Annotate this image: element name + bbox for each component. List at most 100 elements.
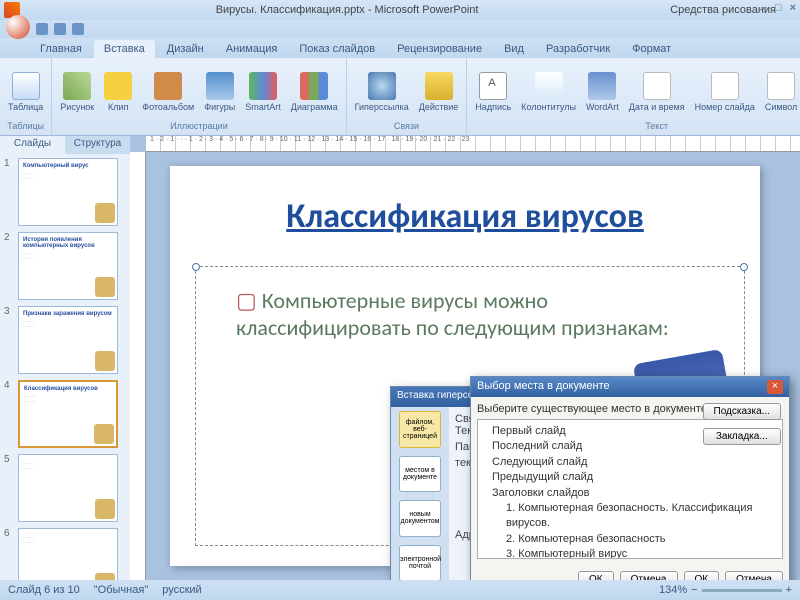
- place-in-document-dialog: Выбор места в документе × Выберите сущес…: [470, 376, 790, 580]
- ribbon: Таблица Таблицы Рисунок Клип Фотоальбом …: [0, 58, 800, 136]
- link-to-place[interactable]: местом в документе: [399, 456, 441, 493]
- window-title: Вирусы. Классификация.pptx - Microsoft P…: [24, 4, 670, 16]
- symbol-button[interactable]: Символ: [763, 70, 799, 114]
- slide-editor: 1 · 2 · 1 · · · 1 · 2 · 3 · 4 · 5 · 6 · …: [130, 136, 800, 580]
- qat-redo-icon[interactable]: [72, 23, 84, 35]
- tree-slide-item[interactable]: 1. Компьютерная безопасность. Классифика…: [482, 501, 778, 532]
- thumbnail-6[interactable]: 6· · · · ·· · · · ·: [4, 528, 126, 580]
- tab-animation[interactable]: Анимация: [216, 40, 288, 58]
- bookmark-button[interactable]: Закладка...: [703, 428, 781, 445]
- slide-title[interactable]: Классификация вирусов: [170, 166, 760, 247]
- date-icon: [643, 72, 671, 100]
- smartart-button[interactable]: SmartArt: [243, 70, 283, 114]
- ok-button-inner[interactable]: ОК: [578, 571, 614, 580]
- link-to-email[interactable]: электронной почтой: [399, 545, 441, 581]
- zoom-in-icon[interactable]: +: [786, 584, 792, 596]
- ok-button[interactable]: ОК: [684, 571, 720, 580]
- group-label: Иллюстрации: [170, 121, 228, 131]
- thumbnail-4[interactable]: 4Классификация вирусов· · · · ·· · · · ·: [4, 380, 126, 448]
- group-text: Надпись Колонтитулы WordArt Дата и время…: [467, 58, 800, 135]
- table-button[interactable]: Таблица: [6, 70, 45, 114]
- group-illustrations: Рисунок Клип Фотоальбом Фигуры SmartArt …: [52, 58, 346, 135]
- qat-save-icon[interactable]: [36, 23, 48, 35]
- thumbnail-2[interactable]: 2История появления компьютерных вирусов·…: [4, 232, 126, 300]
- action-icon: [425, 72, 453, 100]
- status-bar: Слайд 6 из 10 "Обычная" русский 134% − +: [0, 580, 800, 600]
- tree-headers[interactable]: Заголовки слайдов: [482, 486, 778, 501]
- dialog-close-icon[interactable]: ×: [767, 380, 783, 394]
- wordart-icon: [588, 72, 616, 100]
- slide-number-button[interactable]: Номер слайда: [693, 70, 757, 114]
- theme-name: "Обычная": [94, 584, 148, 596]
- ribbon-tabs: Главная Вставка Дизайн Анимация Показ сл…: [0, 38, 800, 58]
- zoom-value[interactable]: 134%: [659, 584, 687, 596]
- album-button[interactable]: Фотоальбом: [140, 70, 196, 114]
- tab-home[interactable]: Главная: [30, 40, 92, 58]
- date-button[interactable]: Дата и время: [627, 70, 687, 114]
- thumbnail-1[interactable]: 1Компьютерный вирус· · · · ·· · · · ·: [4, 158, 126, 226]
- tab-developer[interactable]: Разработчик: [536, 40, 620, 58]
- title-bar: Вирусы. Классификация.pptx - Microsoft P…: [0, 0, 800, 20]
- tab-format[interactable]: Формат: [622, 40, 681, 58]
- close-button[interactable]: ×: [790, 2, 796, 14]
- action-button[interactable]: Действие: [417, 70, 461, 114]
- dialog-header[interactable]: Выбор места в документе ×: [471, 377, 789, 397]
- textbox-icon: [479, 72, 507, 100]
- link-to-new[interactable]: новым документом: [399, 500, 441, 537]
- group-tables: Таблица Таблицы: [0, 58, 52, 135]
- group-label: Таблицы: [7, 121, 44, 131]
- vertical-ruler: [130, 152, 146, 580]
- clip-button[interactable]: Клип: [102, 70, 134, 114]
- tab-slideshow[interactable]: Показ слайдов: [289, 40, 385, 58]
- album-icon: [154, 72, 182, 100]
- slide-panel: Слайды Структура 1Компьютерный вирус· · …: [0, 136, 130, 580]
- thumbnail-5[interactable]: 5· · · · ·· · · · ·: [4, 454, 126, 522]
- tab-review[interactable]: Рецензирование: [387, 40, 492, 58]
- dialog-title: Выбор места в документе: [477, 380, 610, 394]
- office-button[interactable]: [6, 15, 30, 39]
- tree-slide-item[interactable]: 2. Компьютерная безопасность: [482, 532, 778, 547]
- horizontal-ruler: 1 · 2 · 1 · · · 1 · 2 · 3 · 4 · 5 · 6 · …: [146, 136, 800, 152]
- number-icon: [711, 72, 739, 100]
- panel-tab-slides[interactable]: Слайды: [0, 136, 65, 154]
- thumbnail-list: 1Компьютерный вирус· · · · ·· · · · ·2Ис…: [0, 154, 130, 580]
- maximize-button[interactable]: □: [775, 2, 782, 14]
- hyperlink-button[interactable]: Гиперссылка: [353, 70, 411, 114]
- zoom-slider[interactable]: [702, 589, 782, 592]
- header-footer-button[interactable]: Колонтитулы: [519, 70, 578, 114]
- shapes-icon: [206, 72, 234, 100]
- textbox-button[interactable]: Надпись: [473, 70, 513, 114]
- group-label: Связи: [394, 121, 419, 131]
- shapes-button[interactable]: Фигуры: [202, 70, 237, 114]
- chart-button[interactable]: Диаграмма: [289, 70, 340, 114]
- table-icon: [12, 72, 40, 100]
- picture-button[interactable]: Рисунок: [58, 70, 96, 114]
- group-links: Гиперссылка Действие Связи: [347, 58, 468, 135]
- symbol-icon: [767, 72, 795, 100]
- picture-icon: [63, 72, 91, 100]
- wordart-button[interactable]: WordArt: [584, 70, 621, 114]
- tip-button[interactable]: Подсказка...: [703, 403, 781, 420]
- cancel-button[interactable]: Отмена: [725, 571, 783, 580]
- minimize-button[interactable]: –: [761, 2, 767, 14]
- smartart-icon: [249, 72, 277, 100]
- zoom-out-icon[interactable]: −: [691, 584, 697, 596]
- hyperlink-icon: [368, 72, 396, 100]
- tree-slide-item[interactable]: 3. Компьютерный вирус: [482, 547, 778, 559]
- tab-design[interactable]: Дизайн: [157, 40, 214, 58]
- slide-position: Слайд 6 из 10: [8, 584, 80, 596]
- tab-view[interactable]: Вид: [494, 40, 534, 58]
- thumbnail-3[interactable]: 3Признаки заражения вирусом· · · · ·· · …: [4, 306, 126, 374]
- language-indicator[interactable]: русский: [162, 584, 201, 596]
- cancel-button-inner[interactable]: Отмена: [620, 571, 678, 580]
- tab-insert[interactable]: Вставка: [94, 40, 155, 58]
- tree-prev-slide[interactable]: Предыдущий слайд: [482, 470, 778, 485]
- link-to-file[interactable]: файлом, веб-страницей: [399, 411, 441, 448]
- tree-next-slide[interactable]: Следующий слайд: [482, 455, 778, 470]
- panel-tab-outline[interactable]: Структура: [65, 136, 130, 154]
- qat-undo-icon[interactable]: [54, 23, 66, 35]
- chart-icon: [300, 72, 328, 100]
- workspace: Слайды Структура 1Компьютерный вирус· · …: [0, 136, 800, 580]
- header-icon: [535, 72, 563, 100]
- group-label: Текст: [645, 121, 668, 131]
